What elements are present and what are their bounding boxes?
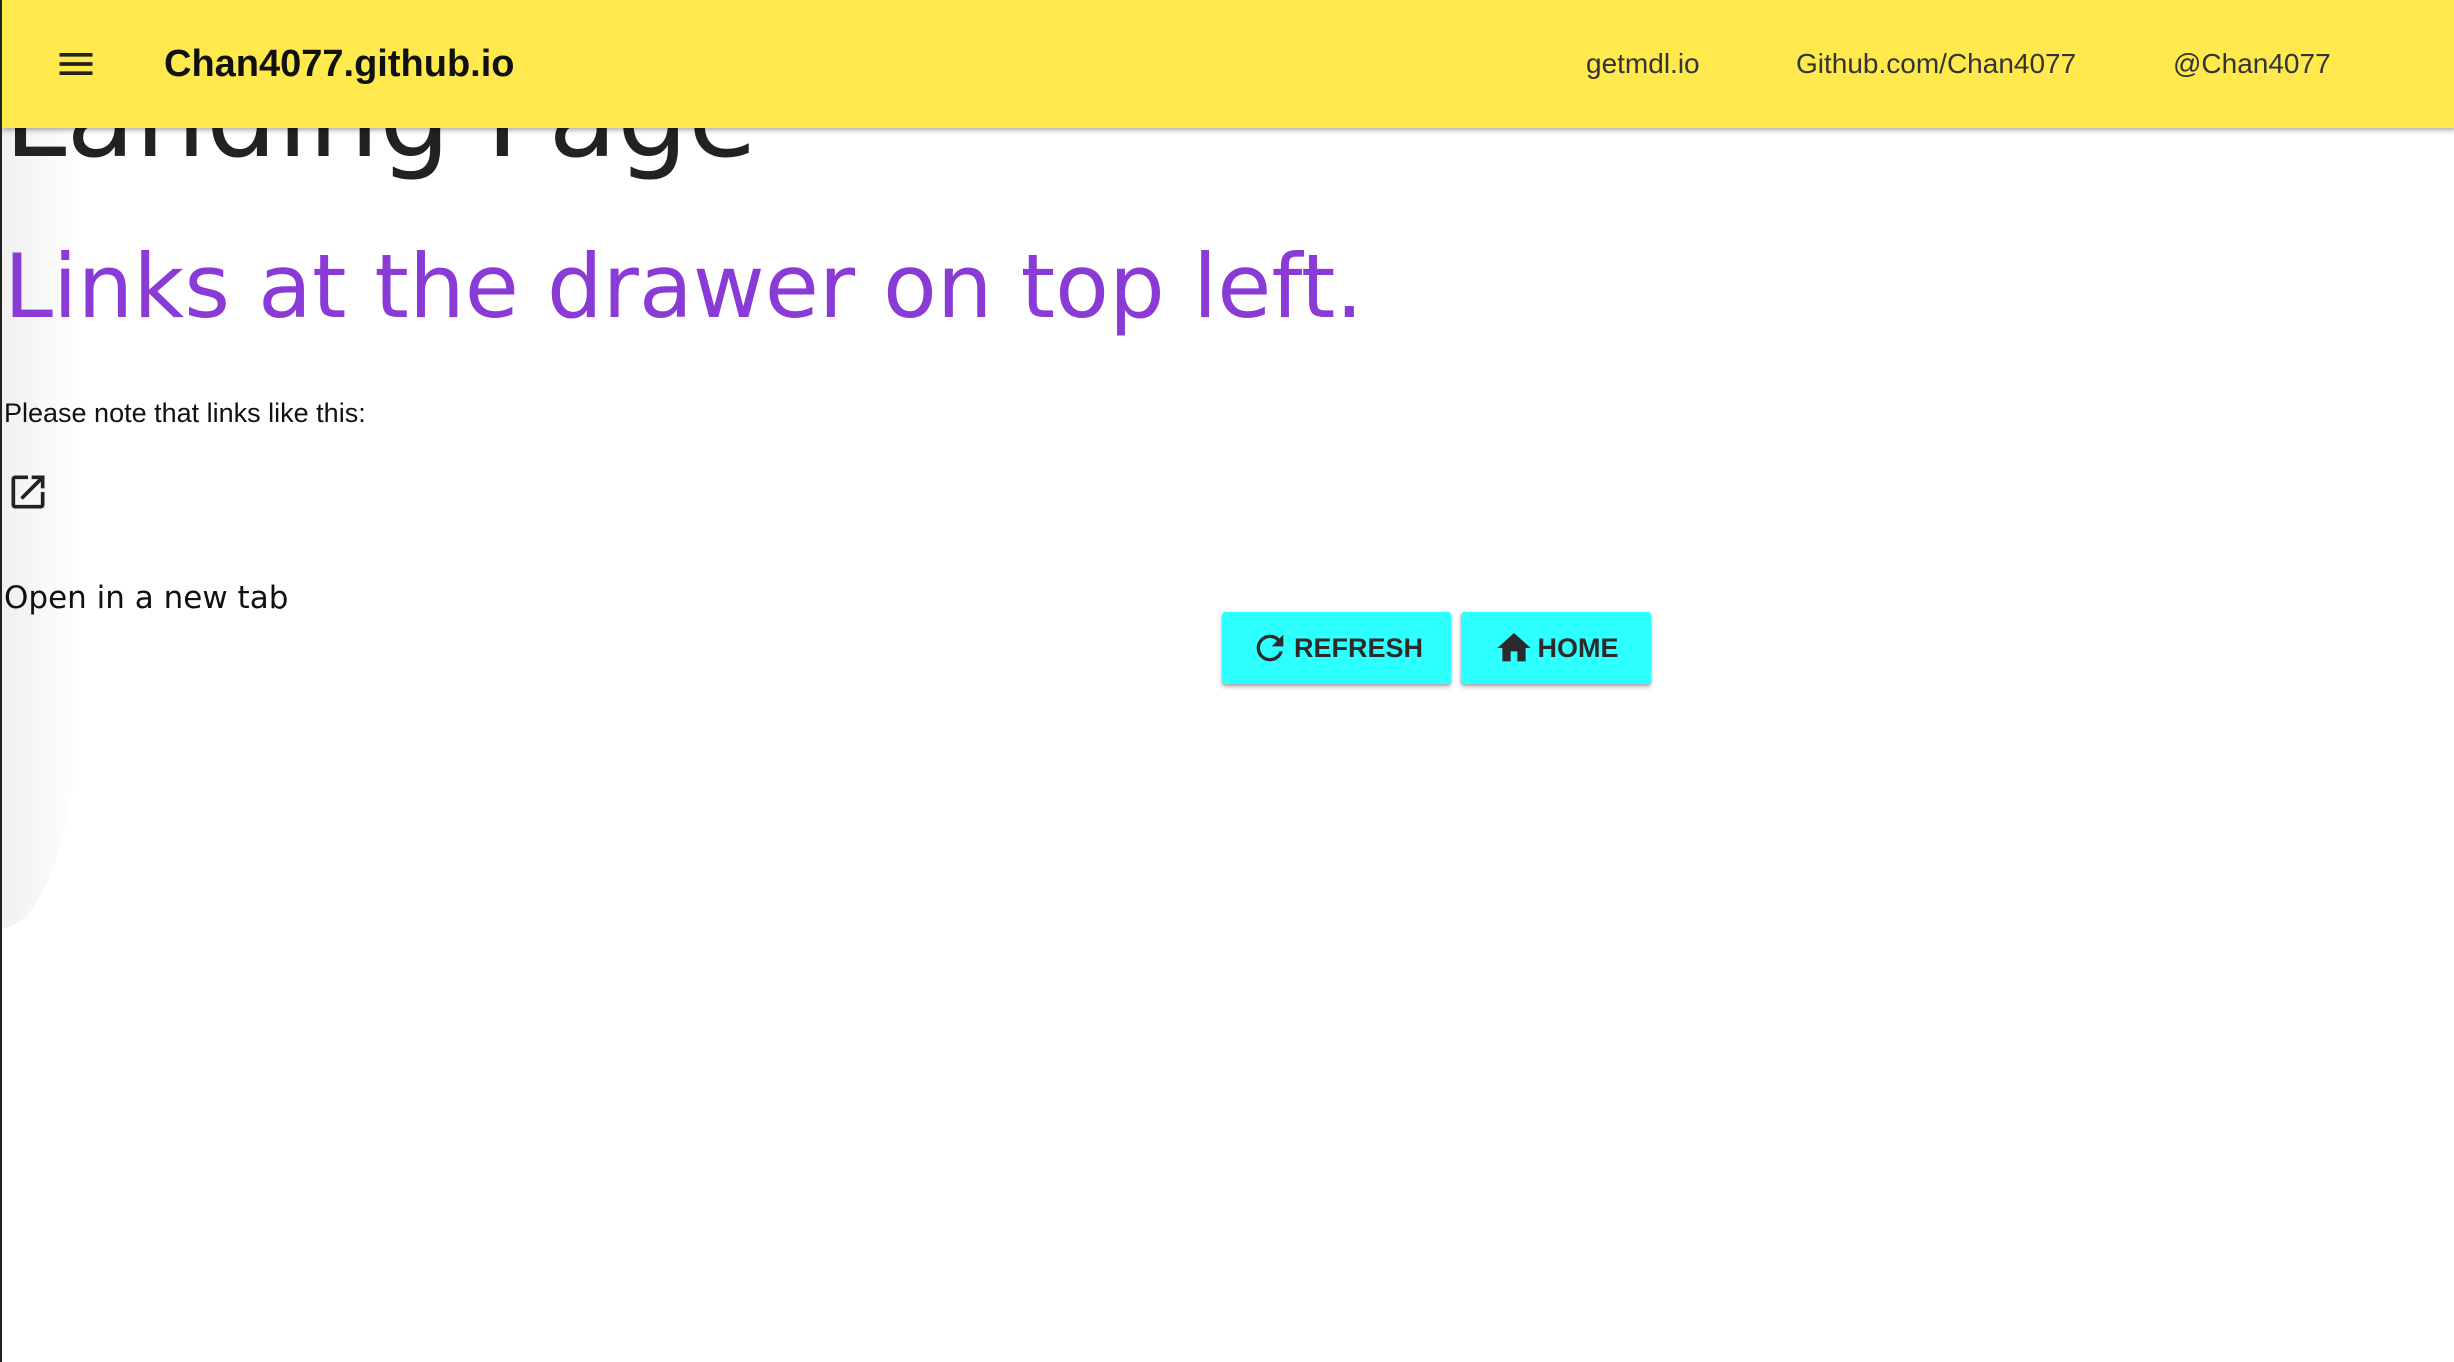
site-title[interactable]: Chan4077.github.io [164,40,514,88]
hamburger-menu-icon[interactable] [50,40,102,88]
open-in-new-icon-graphic [11,475,45,509]
home-button-label: Home [1537,632,1619,663]
main-content: Landing Page Links at the drawer on top … [2,0,2454,1362]
open-in-new-tab-text: Open in a new tab [4,580,289,616]
nav-link-github[interactable]: Github.com/Chan4077 [1796,46,2076,82]
drawer-hint-heading: Links at the drawer on top left. [4,235,1364,338]
home-button[interactable]: Home [1461,612,1651,684]
app-header: Chan4077.github.io getmdl.io Github.com/… [2,0,2454,128]
page: Landing Page Links at the drawer on top … [0,0,2454,1362]
nav-link-getmdl[interactable]: getmdl.io [1586,46,1700,82]
hamburger-menu-icon-graphic [59,53,93,75]
refresh-icon [1256,634,1284,662]
refresh-button[interactable]: Refresh [1222,612,1451,684]
nav-link-twitter[interactable]: @Chan4077 [2173,46,2331,82]
open-in-new-icon[interactable] [6,470,50,514]
note-text: Please note that links like this: [4,398,366,428]
home-icon [1496,633,1531,662]
refresh-button-label: Refresh [1293,632,1423,663]
